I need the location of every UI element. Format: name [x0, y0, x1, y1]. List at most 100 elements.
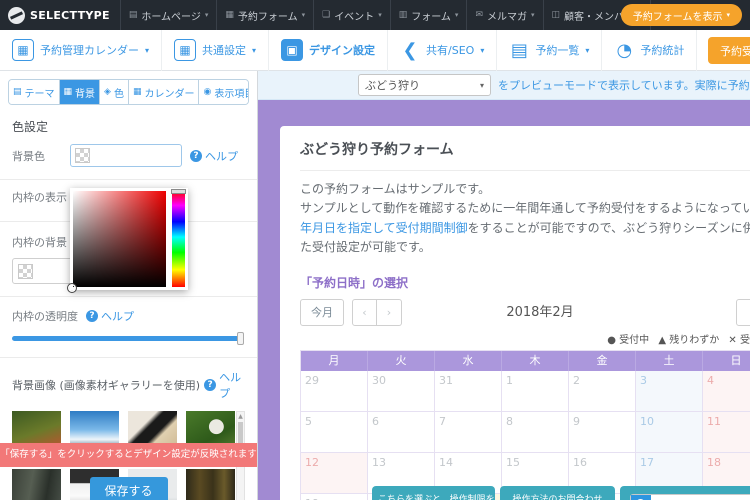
gallery-thumbnail[interactable]	[186, 469, 235, 500]
top-menu-item[interactable]: ▦ 予約フォーム ▾	[216, 0, 313, 30]
calendar-day-cell[interactable]: 4	[703, 371, 750, 412]
legend-label: 残りわずか	[669, 335, 719, 346]
chevron-down-icon: ▾	[205, 11, 209, 19]
tab-label: テーマ	[25, 85, 55, 100]
calendar-day-cell[interactable]: 8	[502, 412, 569, 453]
divider	[0, 296, 257, 297]
calendar-day-cell[interactable]: 9	[569, 412, 636, 453]
chevron-down-icon: ▾	[480, 46, 484, 55]
toolbar-item-label: 予約一覧	[535, 42, 579, 58]
toolbar-item-label: 予約統計	[640, 42, 684, 58]
saturation-field[interactable]	[73, 191, 166, 287]
calendar-day-cell[interactable]: 1	[502, 371, 569, 412]
calendar-day-cell[interactable]: 11	[703, 412, 750, 453]
bg-color-input[interactable]	[70, 144, 182, 167]
top-menu-item[interactable]: ▤ ホームページ ▾	[120, 0, 217, 30]
legend-item: ✕ 受付終了	[728, 335, 750, 346]
selecttype-logo-icon	[8, 7, 25, 24]
scroll-up-arrow[interactable]: ▲	[237, 412, 244, 421]
chevron-down-icon: ▾	[378, 11, 382, 19]
help-search-widget	[630, 494, 750, 500]
top-menu-item[interactable]: ❑ イベント ▾	[313, 0, 390, 30]
preview-target-select[interactable]: ぶどう狩り ▾	[358, 74, 491, 96]
transparent-swatch-icon	[75, 148, 90, 163]
calendar-day-cell[interactable]: 12	[301, 453, 368, 494]
design-tab[interactable]: ▤ テーマ	[9, 80, 59, 104]
calendar-day-cell[interactable]: 31	[435, 371, 502, 412]
toolbar-item[interactable]: ▤ 予約一覧 ▾	[497, 30, 602, 71]
design-tab[interactable]: ◈ 色	[99, 80, 128, 104]
saturation-handle[interactable]	[67, 283, 77, 293]
menu-item-label: メルマガ	[487, 8, 527, 23]
save-button[interactable]: 保存する	[89, 477, 167, 500]
brand[interactable]: SELECTTYPE	[0, 0, 120, 30]
toolbar-item[interactable]: ❮ 共有/SEO ▾	[388, 30, 497, 71]
tab-label: 色	[114, 85, 124, 100]
calendar-day-cell[interactable]: 30	[368, 371, 435, 412]
preview-target-value: ぶどう狩り	[365, 77, 420, 93]
next-month-button[interactable]: ›	[377, 299, 402, 326]
day-number: 15	[506, 456, 564, 469]
day-number: 31	[439, 374, 497, 387]
day-header: 土	[636, 351, 703, 371]
search-icon[interactable]	[631, 495, 651, 500]
menu-item-label: ホームページ	[141, 8, 201, 23]
reservation-accepting-button[interactable]: 予約受付	[708, 37, 750, 64]
legend-item: ▲ 残りわずか	[658, 335, 722, 346]
toolbar-item[interactable]: ◔ 予約統計	[602, 30, 697, 71]
toolbar-item[interactable]: ▦ 予約管理カレンダー ▾	[0, 30, 162, 71]
menu-item-icon: ▦	[225, 10, 234, 20]
preview-pane: ぶどう狩り ▾ をプレビューモードで表示しています。実際に予約はされません。 ぶ…	[258, 71, 750, 500]
menu-item-icon: ✉	[475, 10, 483, 20]
design-tab[interactable]: ▦ カレンダー	[128, 80, 199, 104]
bg-image-row: 背景画像 (画像素材ギャラリーを使用) ヘルプ	[12, 369, 245, 401]
calendar-day-cell[interactable]: 2	[569, 371, 636, 412]
bg-image-help-link[interactable]: ヘルプ	[204, 369, 245, 401]
prev-month-button[interactable]: ‹	[352, 299, 377, 326]
tab-icon: ▦	[64, 87, 73, 97]
top-menu-item[interactable]: ▥ フォーム ▾	[390, 0, 467, 30]
help-search-input[interactable]	[651, 495, 750, 500]
day-number: 13	[372, 456, 430, 469]
slider-handle[interactable]	[237, 332, 244, 345]
day-header: 水	[435, 351, 502, 371]
calendar-day-cell[interactable]: 29	[301, 371, 368, 412]
calendar-controls: 今月 ‹ › 2018年2月 週	[300, 299, 750, 326]
opacity-slider[interactable]	[12, 336, 241, 341]
this-month-button[interactable]: 今月	[300, 299, 344, 326]
helper-banner-button-2[interactable]: 操作方法のお問合わせ	[500, 486, 615, 500]
week-view-button[interactable]: 週	[736, 299, 750, 326]
calendar-day-cell[interactable]: 6	[368, 412, 435, 453]
day-number: 3	[640, 374, 698, 387]
toolbar-item[interactable]: ▣ デザイン設定	[269, 30, 388, 71]
bg-color-help-link[interactable]: ヘルプ	[190, 148, 238, 164]
inner-frame-opacity-label: 内枠の透明度	[12, 308, 78, 324]
toolbar-item[interactable]: ▦ 共通設定 ▾	[162, 30, 269, 71]
hue-handle[interactable]	[171, 189, 186, 194]
helper-banner-button-1[interactable]: こちらを選ぶと、操作制限を解除します	[372, 486, 495, 500]
design-tab[interactable]: ▦ 背景	[59, 80, 100, 104]
toolbar-item-label: 予約管理カレンダー	[40, 42, 139, 58]
chevron-down-icon: ▾	[252, 46, 256, 55]
help-icon	[86, 310, 98, 322]
calendar-day-cell[interactable]: 19	[301, 494, 368, 500]
opacity-help-link[interactable]: ヘルプ	[86, 308, 134, 324]
toolbar-item-label: 共通設定	[202, 42, 246, 58]
period-control-link[interactable]: 年月日を指定して受付期間制御	[300, 221, 468, 235]
calendar-day-cell[interactable]: 7	[435, 412, 502, 453]
calendar-day-cell[interactable]: 10	[636, 412, 703, 453]
day-number: 18	[707, 456, 750, 469]
hue-bar[interactable]	[172, 191, 185, 287]
top-menu-item[interactable]: ✉ メルマガ ▾	[466, 0, 542, 30]
calendar-day-cell[interactable]: 3	[636, 371, 703, 412]
show-reservation-form-button[interactable]: 予約フォームを表示 ▾	[621, 4, 742, 26]
gallery-thumbnail[interactable]	[12, 469, 61, 500]
menu-item-icon: ▥	[399, 10, 408, 20]
calendar-day-cell[interactable]: 5	[301, 412, 368, 453]
day-number: 29	[305, 374, 363, 387]
legend-item: ● 受付中	[607, 335, 652, 346]
transparent-swatch-icon	[18, 264, 33, 279]
menu-item-icon: ▤	[129, 10, 138, 20]
tab-icon: ◈	[104, 87, 111, 97]
design-tab[interactable]: ◉ 表示項目	[198, 80, 249, 104]
